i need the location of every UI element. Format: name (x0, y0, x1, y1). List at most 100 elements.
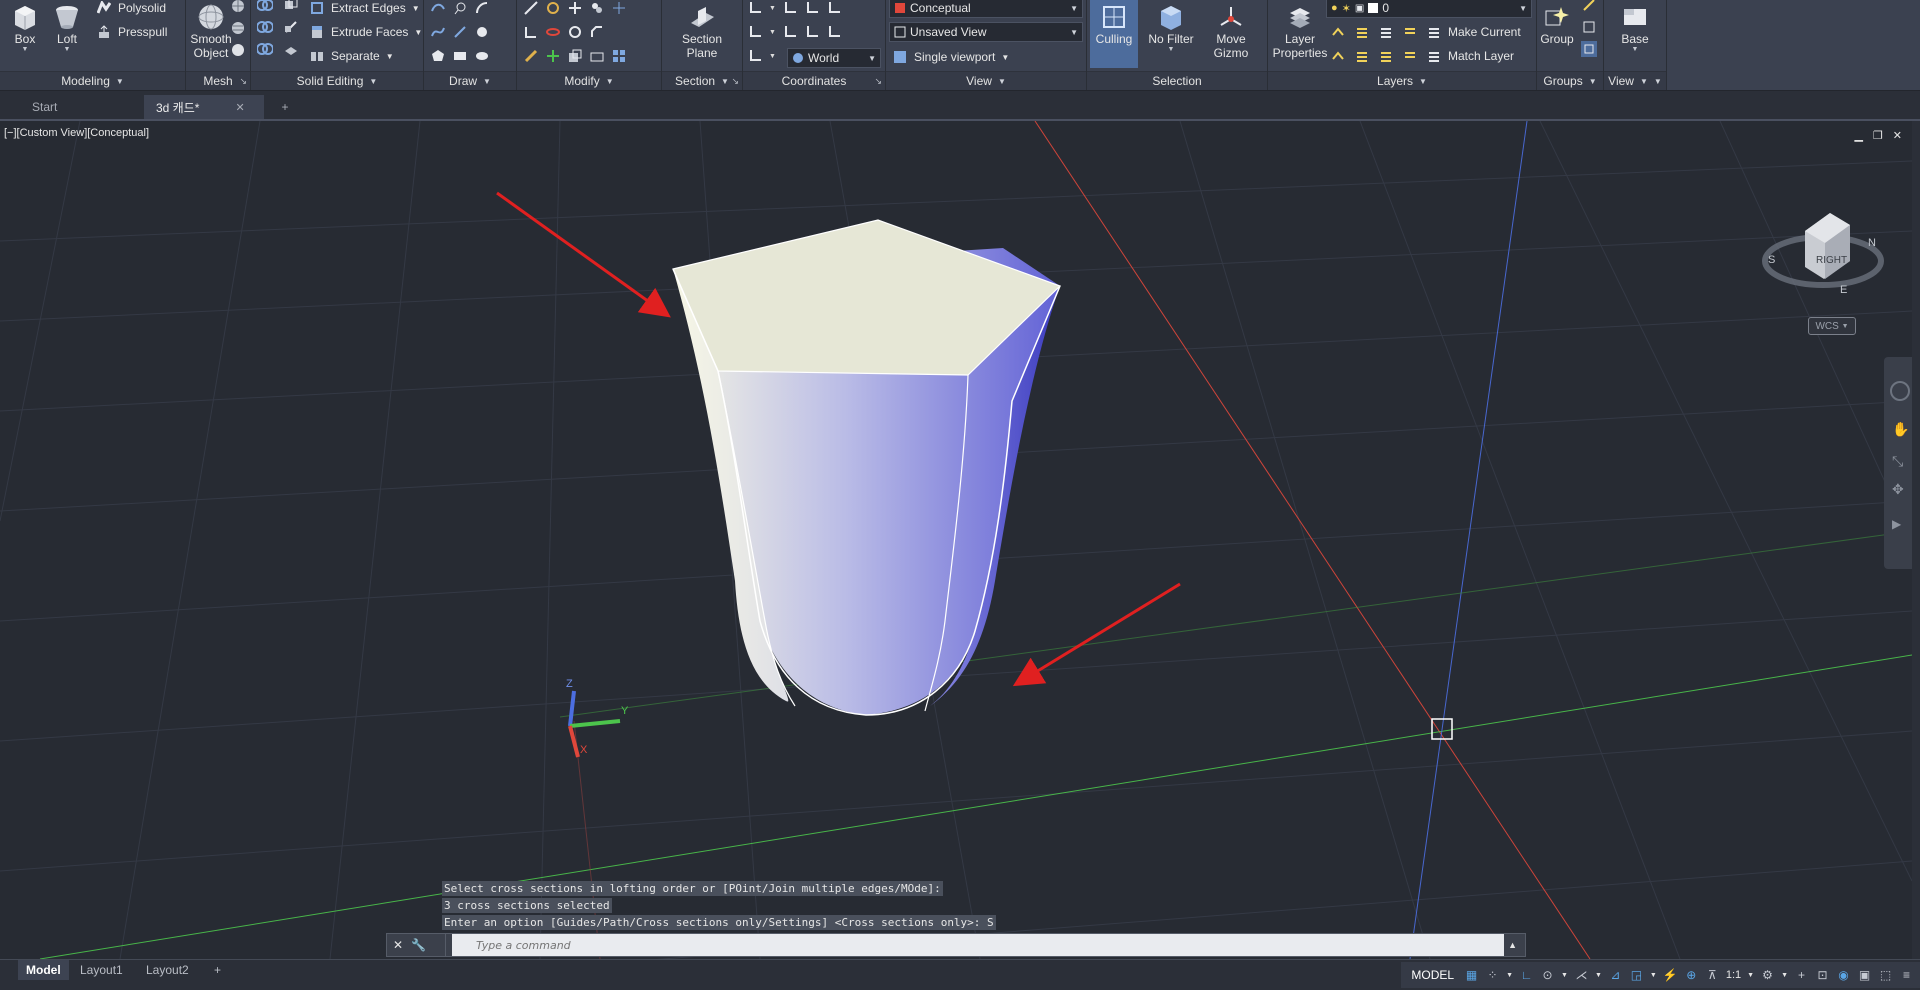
dialog-launcher-icon[interactable]: ↘ (874, 76, 882, 87)
panel-title-section[interactable]: Section ▼ (662, 71, 742, 90)
orbit-icon[interactable]: ✥ (1892, 481, 1904, 498)
tab-layout1[interactable]: Layout1 (72, 960, 131, 980)
ucs-view-icon[interactable] (826, 24, 842, 40)
restore-icon[interactable]: ❐ (1873, 129, 1883, 142)
mesh-smooth-icon[interactable] (230, 20, 246, 36)
pan-hand-icon[interactable]: ✋ (1892, 421, 1909, 438)
close-icon[interactable]: ✕ (393, 938, 403, 952)
ungroup-icon[interactable] (1581, 0, 1597, 13)
match-layer-button[interactable]: Match Layer (1426, 45, 1514, 67)
gear-icon[interactable]: ⚙ (1760, 968, 1775, 983)
customization-menu-icon[interactable]: ≡ (1899, 968, 1914, 983)
array-icon[interactable] (611, 48, 627, 64)
layer-combo[interactable]: ● ✶ ▣ 0 ▼ (1326, 0, 1532, 18)
ucs-icon[interactable] (747, 0, 763, 16)
panel-title-view[interactable]: View ▼ (886, 71, 1086, 90)
thicken-icon[interactable] (283, 41, 299, 57)
steering-wheel-icon[interactable] (1890, 381, 1910, 401)
ucs-combo[interactable]: World ▼ (787, 48, 881, 68)
gizmo-toggle-icon[interactable]: ⊼ (1705, 968, 1720, 983)
intersect-icon[interactable] (257, 41, 273, 57)
chamfer-icon[interactable] (589, 24, 605, 40)
drawing-canvas[interactable]: Z Y X (0, 121, 1912, 959)
zoom-icon[interactable]: ⤡ (1892, 453, 1903, 470)
viewcube[interactable]: RIGHT N S E (1758, 191, 1888, 321)
ucs-y-icon[interactable] (804, 24, 820, 40)
viewport-label[interactable]: [−][Custom View][Conceptual] (4, 127, 149, 139)
close-icon[interactable]: ✕ (235, 101, 244, 114)
panel-title-groups[interactable]: Groups ▼ (1537, 71, 1603, 90)
line-icon[interactable] (452, 24, 468, 40)
align-icon[interactable] (611, 0, 627, 16)
layer-lock-icon[interactable] (1402, 24, 1418, 40)
polyline-icon[interactable] (430, 0, 446, 16)
extract-edges-button[interactable]: Extract Edges ▼ (309, 0, 420, 19)
panel-title-solid-editing[interactable]: Solid Editing ▼ (251, 71, 423, 90)
panel-title-draw[interactable]: Draw ▼ (424, 71, 516, 90)
selection-filter-icon[interactable]: ⊕ (1684, 968, 1699, 983)
minimize-icon[interactable]: ▁ (1854, 129, 1862, 142)
layer-thaw-icon[interactable] (1378, 48, 1394, 64)
union-icon[interactable] (257, 0, 273, 13)
3d-osnap-icon[interactable]: ◲ (1629, 968, 1644, 983)
wcs-menu[interactable]: WCS ▼ (1808, 317, 1856, 335)
command-input[interactable] (452, 934, 1505, 956)
dialog-launcher-icon[interactable]: ↘ (731, 76, 739, 87)
arc-icon[interactable] (474, 0, 490, 16)
group-select-icon[interactable] (1581, 41, 1597, 57)
model-space-button[interactable]: MODEL (1407, 966, 1458, 984)
dialog-launcher-icon[interactable]: ↘ (239, 76, 247, 87)
group-edit-icon[interactable] (1581, 19, 1597, 35)
scale-icon[interactable] (567, 48, 583, 64)
units-icon[interactable]: ⊡ (1815, 968, 1830, 983)
chevron-up-icon[interactable]: ▲ (1508, 940, 1517, 950)
spline-icon[interactable] (430, 24, 446, 40)
subtract-icon[interactable] (257, 19, 273, 35)
tab-3d-cad[interactable]: 3d 캐드* ✕ (144, 95, 264, 119)
dynamic-ucs-icon[interactable]: ⚡ (1663, 968, 1678, 983)
clean-screen-icon[interactable]: ⬚ (1878, 968, 1893, 983)
ucs-origin-icon[interactable] (804, 0, 820, 16)
group-button[interactable]: Group (1537, 0, 1577, 70)
panel-title-coordinates[interactable]: Coordinates (743, 71, 885, 90)
region-icon[interactable] (474, 48, 490, 64)
object-snap-icon[interactable]: ⊿ (1608, 968, 1623, 983)
smooth-object-button[interactable]: Smooth Object (186, 0, 236, 70)
layer-freeze-icon[interactable] (1378, 24, 1394, 40)
tab-start[interactable]: Start (20, 95, 140, 119)
drawing-viewport[interactable]: Z Y X [−][Custom View][Conceptual] ▁ ❐ ✕… (0, 121, 1912, 959)
layer-properties-button[interactable]: Layer Properties (1270, 0, 1330, 70)
ucs-z-icon[interactable] (826, 0, 842, 16)
single-viewport-button[interactable]: Single viewport ▼ (892, 46, 1009, 68)
circle-icon[interactable] (474, 24, 490, 40)
layer-off-icon[interactable] (1330, 24, 1346, 40)
move-gizmo-button[interactable]: Move Gizmo (1203, 0, 1259, 70)
panel-title-view-base[interactable]: View ▼ ▼ (1604, 71, 1666, 90)
panel-title-selection[interactable]: Selection (1087, 71, 1267, 90)
polar-icon[interactable]: ⊙ (1540, 968, 1555, 983)
rotate-icon[interactable] (545, 24, 561, 40)
gizmo-icon[interactable] (545, 0, 561, 16)
layer-isolate-icon[interactable] (1354, 24, 1370, 40)
layer-unlock-icon[interactable] (1402, 48, 1418, 64)
panel-title-layers[interactable]: Layers ▼ (1268, 71, 1536, 90)
interfere-icon[interactable] (283, 0, 299, 13)
plus-icon[interactable]: + (1794, 968, 1809, 983)
3d-rotate-icon[interactable] (567, 24, 583, 40)
ucs-world-icon[interactable] (782, 0, 798, 16)
tab-model[interactable]: Model (18, 960, 69, 980)
stretch-icon[interactable] (589, 48, 605, 64)
close-icon[interactable]: ✕ (1893, 129, 1902, 142)
visual-style-combo[interactable]: Conceptual ▼ (889, 0, 1083, 18)
mesh-crease-icon[interactable] (230, 42, 246, 58)
loft-button[interactable]: Loft ▼ (42, 0, 92, 70)
move-icon[interactable] (567, 0, 583, 16)
grid-icon[interactable]: ▦ (1464, 968, 1479, 983)
ucs-3point-icon[interactable] (747, 24, 763, 40)
3d-align-icon[interactable] (545, 48, 561, 64)
polysolid-button[interactable]: Polysolid (96, 0, 166, 19)
rectangle-icon[interactable] (452, 48, 468, 64)
make-current-button[interactable]: Make Current (1426, 21, 1521, 43)
snap-icon[interactable]: ⁘ (1485, 968, 1500, 983)
tab-layout2[interactable]: Layout2 (138, 960, 197, 980)
